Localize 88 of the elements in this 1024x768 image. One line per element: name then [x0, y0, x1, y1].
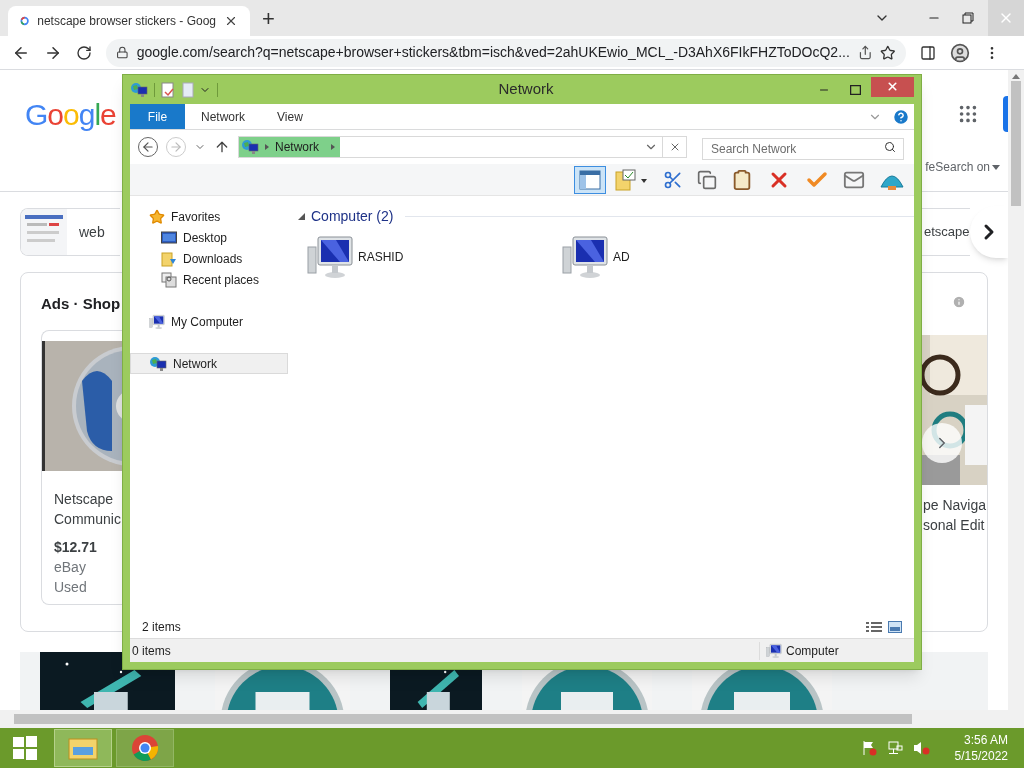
preview-pane-icon — [579, 169, 601, 190]
new-tab-button[interactable]: + — [262, 8, 275, 30]
browser-tab[interactable]: netscape browser stickers - Goog — [8, 6, 250, 36]
window-title: Network — [497, 79, 555, 100]
safesearch-dropdown[interactable]: feSearch on — [925, 158, 1000, 176]
folder-properties-icon — [615, 168, 649, 191]
recent-places-icon — [161, 271, 177, 288]
properties-icon[interactable] — [161, 81, 175, 98]
favicon-icon — [20, 14, 30, 28]
computer-item[interactable]: AD — [553, 233, 808, 281]
ribbon-tab[interactable]: View — [261, 104, 319, 129]
scrollbar-thumb[interactable] — [14, 714, 912, 724]
toolbar-button[interactable] — [574, 165, 606, 194]
restore-icon[interactable] — [962, 12, 974, 24]
cut-icon — [663, 169, 683, 190]
maximize-icon[interactable] — [850, 84, 861, 95]
caret-icon — [992, 164, 1000, 170]
address-field[interactable]: Network — [238, 136, 687, 158]
horizontal-scrollbar[interactable] — [0, 710, 1024, 728]
side-panel-icon[interactable] — [920, 44, 936, 61]
up-icon[interactable] — [214, 139, 230, 155]
bookmark-star-icon[interactable] — [880, 44, 896, 61]
profile-icon[interactable] — [950, 42, 970, 63]
item-count: 2 items — [142, 619, 181, 636]
nav-item[interactable]: My Computer — [130, 311, 288, 332]
network-status-icon[interactable] — [886, 740, 903, 756]
product-seller: eBay — [54, 557, 87, 577]
product-condition: Used — [54, 577, 88, 597]
nav-item[interactable]: Recent places — [130, 269, 288, 290]
browser-icon — [131, 734, 159, 762]
tab-title: netscape browser stickers - Goog — [37, 13, 216, 30]
computer-item[interactable]: RASHID — [298, 233, 553, 281]
product-title[interactable]: sonal Edit — [923, 515, 987, 535]
paste-icon — [731, 168, 753, 191]
sign-in-button[interactable] — [1003, 96, 1008, 132]
computer-icon — [149, 313, 165, 330]
ribbon-tab[interactable]: Network — [185, 104, 261, 129]
folder-icon — [67, 735, 99, 761]
status-selection: 0 items — [130, 641, 760, 660]
start-icon[interactable] — [12, 735, 38, 761]
details-view-icon[interactable] — [866, 621, 882, 633]
close-icon[interactable] — [224, 14, 238, 28]
copy-icon — [697, 169, 717, 190]
nav-item[interactable]: Favorites — [130, 206, 288, 227]
chevron-right-icon[interactable] — [331, 144, 335, 150]
nav-item[interactable]: Desktop — [130, 227, 288, 248]
group-header[interactable]: Computer (2) — [311, 206, 394, 227]
volume-muted-icon[interactable] — [912, 740, 931, 756]
url-text: google.com/search?q=netscape+browser+stickers&tbm=isch&ved=2ahUKEwio_MCL_-D3AhX6FIkFHZToDOcQ2... — [136, 43, 850, 62]
computer-icon — [766, 642, 782, 659]
close-button[interactable] — [871, 76, 914, 97]
chevron-right-icon[interactable] — [265, 144, 269, 150]
help-icon[interactable] — [892, 107, 910, 126]
product-title[interactable]: Netscape — [54, 488, 122, 509]
computer-icon — [306, 233, 354, 281]
related-chip[interactable]: web — [20, 208, 120, 256]
folder-icon — [161, 250, 177, 267]
product-title[interactable]: pe Naviga — [923, 495, 987, 515]
search-icon[interactable] — [884, 141, 896, 153]
address-field[interactable]: google.com/search?q=netscape+browser+stickers&tbm=isch&ved=2ahUKEwio_MCL_-D3AhX6FIkFHZToDOcQ2... — [106, 38, 906, 67]
apps-icon[interactable] — [957, 103, 979, 125]
network-icon — [130, 81, 148, 98]
status-zone: Computer — [786, 642, 839, 660]
product-price: $12.71 — [54, 537, 98, 557]
google-logo[interactable]: Google — [25, 91, 116, 137]
search-field[interactable]: Search Network — [702, 138, 904, 160]
large-icons-view-icon[interactable] — [888, 621, 902, 633]
nav-item[interactable]: Downloads — [130, 248, 288, 269]
reload-icon[interactable] — [76, 44, 92, 61]
close-icon — [886, 80, 899, 93]
network-icon — [149, 355, 167, 372]
collapse-icon[interactable] — [298, 213, 305, 220]
file-tab[interactable]: File — [130, 104, 185, 129]
network-icon — [241, 139, 259, 155]
taskbar-button[interactable] — [116, 729, 174, 767]
next-button[interactable] — [970, 206, 1008, 258]
vertical-scrollbar[interactable] — [1008, 70, 1024, 710]
star-icon — [149, 208, 165, 225]
nav-item[interactable]: Network — [130, 353, 288, 374]
desktop-icon — [161, 230, 177, 245]
ads-heading: Ads · Shop — [41, 294, 122, 314]
computer-icon — [561, 233, 609, 281]
scrollbar-thumb[interactable] — [1011, 81, 1021, 206]
flag-icon[interactable] — [860, 740, 877, 756]
share-icon[interactable] — [857, 45, 873, 60]
lock-icon[interactable] — [116, 46, 129, 59]
product-title[interactable]: Communic — [54, 508, 122, 529]
scroll-up-icon[interactable] — [1012, 74, 1020, 79]
